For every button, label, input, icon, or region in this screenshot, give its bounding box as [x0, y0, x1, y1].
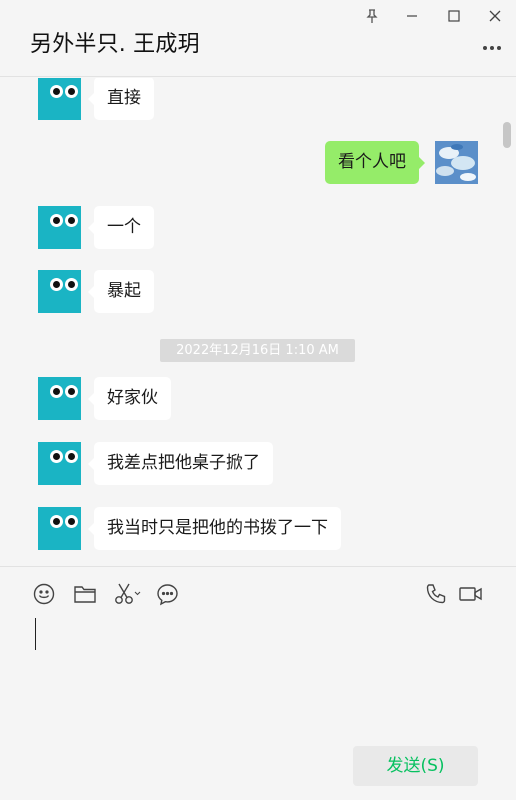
text-caret: [35, 618, 36, 650]
emoji-icon[interactable]: [31, 581, 57, 607]
message-bubble[interactable]: 暴起: [88, 270, 154, 313]
video-call-icon[interactable]: [457, 581, 485, 607]
input-area: 发送(S): [0, 566, 516, 800]
contact-avatar[interactable]: [38, 507, 81, 550]
chat-bubble-icon[interactable]: [154, 581, 180, 607]
close-icon[interactable]: [482, 4, 508, 28]
message-list[interactable]: 直接 看个人吧 一个 暴起 2022年12月16日 1:10 AM 好家伙 我差…: [0, 78, 516, 566]
contact-avatar[interactable]: [38, 270, 81, 313]
scrollbar-thumb[interactable]: [503, 122, 511, 148]
contact-avatar[interactable]: [38, 78, 81, 120]
pin-icon[interactable]: [359, 4, 385, 28]
chat-header: 另外半只. 王成玥: [0, 0, 516, 77]
folder-icon[interactable]: [72, 581, 98, 607]
message-bubble[interactable]: 我当时只是把他的书拨了一下: [88, 507, 341, 550]
contact-avatar[interactable]: [38, 442, 81, 485]
message-bubble[interactable]: 我差点把他桌子掀了: [88, 442, 273, 485]
send-button[interactable]: 发送(S): [353, 746, 478, 786]
contact-avatar[interactable]: [38, 377, 81, 420]
more-options-icon[interactable]: [480, 38, 504, 58]
message-bubble[interactable]: 直接: [88, 78, 154, 120]
self-avatar[interactable]: [435, 141, 478, 184]
phone-icon[interactable]: [423, 581, 449, 607]
scissors-icon[interactable]: [112, 581, 142, 607]
message-input[interactable]: [30, 617, 486, 737]
minimize-icon[interactable]: [399, 4, 425, 28]
chat-title: 另外半只. 王成玥: [30, 32, 200, 57]
message-bubble-self[interactable]: 看个人吧: [325, 141, 425, 184]
contact-avatar[interactable]: [38, 206, 81, 249]
message-bubble[interactable]: 一个: [88, 206, 154, 249]
maximize-icon[interactable]: [441, 4, 467, 28]
message-timestamp: 2022年12月16日 1:10 AM: [160, 339, 355, 362]
message-bubble[interactable]: 好家伙: [88, 377, 171, 420]
